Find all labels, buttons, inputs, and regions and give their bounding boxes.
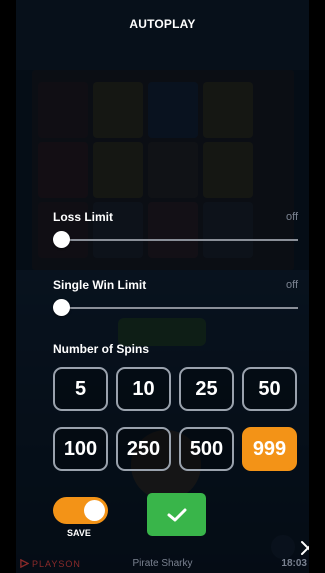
spins-option-500[interactable]: 500 [179, 427, 234, 471]
save-toggle[interactable] [53, 497, 108, 524]
loss-limit-label: Loss Limit [53, 210, 114, 224]
autoplay-screen: AUTOPLAY Loss Limit off Single Win Limit… [16, 0, 309, 573]
loss-limit-slider-thumb[interactable] [53, 231, 70, 248]
number-of-spins-label: Number of Spins [53, 342, 150, 356]
loss-limit-value: off [285, 211, 298, 223]
page-title: AUTOPLAY [129, 17, 196, 31]
save-toggle-knob [84, 500, 105, 521]
confirm-button[interactable] [147, 493, 206, 536]
spins-option-25[interactable]: 25 [179, 367, 234, 411]
spins-option-100[interactable]: 100 [53, 427, 108, 471]
single-win-limit-label: Single Win Limit [53, 278, 147, 292]
check-icon [167, 508, 186, 521]
spins-option-250[interactable]: 250 [116, 427, 171, 471]
loss-limit-slider[interactable] [54, 239, 298, 241]
game-name: Pirate Sharky [132, 558, 193, 569]
footer-bar: PLAYSON Pirate Sharky 18:03 [16, 555, 309, 573]
spins-option-999[interactable]: 999 [242, 427, 297, 471]
single-win-limit-slider-thumb[interactable] [53, 299, 70, 316]
spins-option-10[interactable]: 10 [116, 367, 171, 411]
single-win-limit-slider[interactable] [54, 307, 298, 309]
single-win-limit-value: off [285, 279, 298, 291]
save-label: SAVE [67, 528, 91, 538]
spins-option-50[interactable]: 50 [242, 367, 297, 411]
clock: 18:03 [281, 558, 307, 569]
spins-option-5[interactable]: 5 [53, 367, 108, 411]
